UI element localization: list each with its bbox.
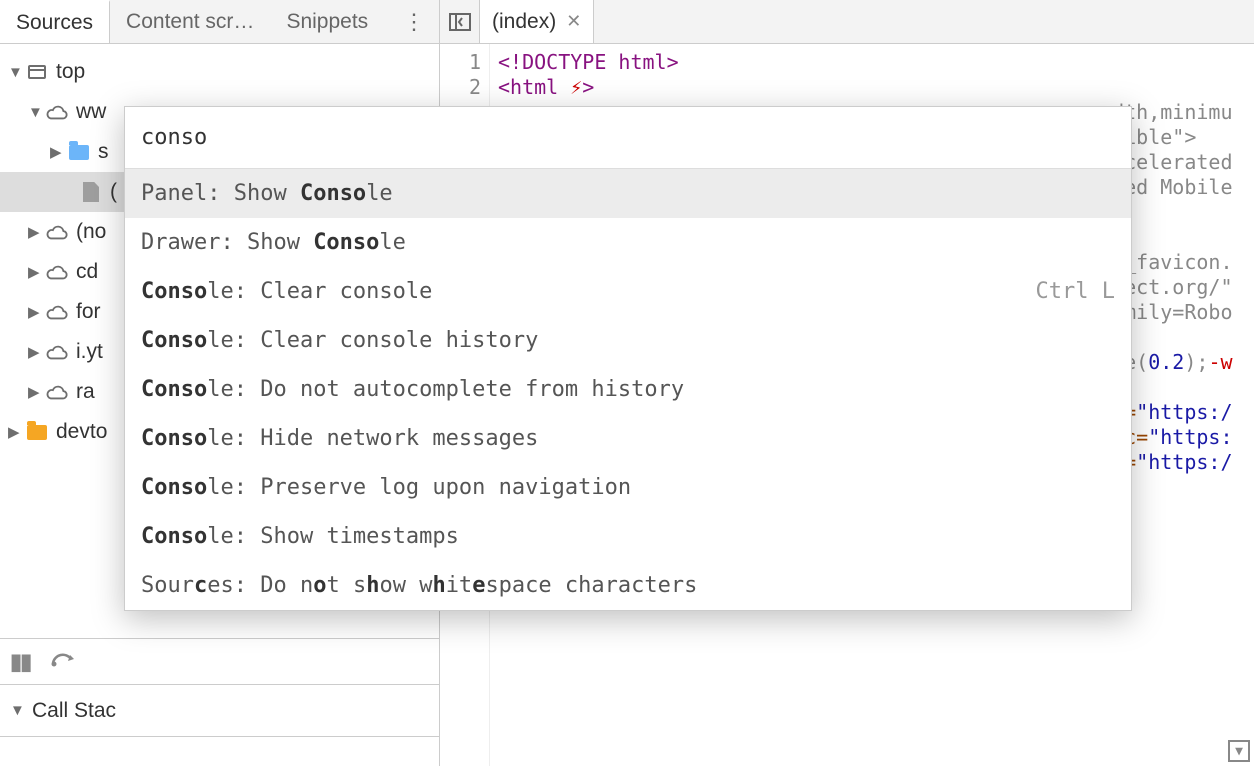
chevron-right-icon: ▶ xyxy=(28,263,42,281)
sidebar-bottom xyxy=(0,736,439,766)
command-palette-item[interactable]: Console: Clear console history xyxy=(125,316,1131,365)
tab-content-scripts[interactable]: Content scr… xyxy=(110,0,270,43)
cloud-icon xyxy=(46,381,68,403)
chevron-right-icon: ▶ xyxy=(8,423,22,441)
folder-icon xyxy=(26,421,48,443)
pause-icon[interactable]: ▮▮ xyxy=(10,649,30,675)
command-palette-list: Panel: Show ConsoleDrawer: Show ConsoleC… xyxy=(125,168,1131,610)
file-icon xyxy=(80,181,102,203)
file-tab-label: (index) xyxy=(492,10,556,34)
cloud-icon xyxy=(46,341,68,363)
chevron-right-icon: ▶ xyxy=(50,143,64,161)
tree-label: (no xyxy=(76,220,106,244)
cloud-icon xyxy=(46,101,68,123)
line-number: 1 xyxy=(440,50,481,75)
debugger-toolbar: ▮▮ xyxy=(0,638,439,684)
tree-label: s xyxy=(98,140,109,164)
command-palette-item[interactable]: Console: Show timestamps xyxy=(125,512,1131,561)
file-tabbar: (index) ✕ xyxy=(440,0,1254,44)
command-palette-item[interactable]: Console: Preserve log upon navigation xyxy=(125,463,1131,512)
chevron-right-icon: ▶ xyxy=(28,223,42,241)
command-palette-item[interactable]: Console: Do not autocomplete from histor… xyxy=(125,365,1131,414)
tree-label: ra xyxy=(76,380,95,404)
frame-icon xyxy=(26,61,48,83)
folder-icon xyxy=(68,141,90,163)
chevron-right-icon: ▶ xyxy=(28,383,42,401)
navigator-toggle-icon[interactable] xyxy=(440,0,480,43)
tree-top-frame[interactable]: ▼ top xyxy=(0,52,439,92)
chevron-right-icon: ▶ xyxy=(28,343,42,361)
command-palette-item[interactable]: Sources: Do not show whitespace characte… xyxy=(125,561,1131,610)
command-palette-item[interactable]: Drawer: Show Console xyxy=(125,218,1131,267)
tree-label: i.yt xyxy=(76,340,103,364)
command-palette-item[interactable]: Console: Clear consoleCtrl L xyxy=(125,267,1131,316)
cloud-icon xyxy=(46,261,68,283)
command-palette-item[interactable]: Console: Hide network messages xyxy=(125,414,1131,463)
close-icon[interactable]: ✕ xyxy=(566,11,581,32)
tree-label: top xyxy=(56,60,85,84)
call-stack-label: Call Stac xyxy=(32,699,116,723)
call-stack-pane[interactable]: ▼ Call Stac xyxy=(0,684,439,736)
chevron-down-icon: ▼ xyxy=(8,64,22,81)
tree-label: devto xyxy=(56,420,107,444)
tab-snippets[interactable]: Snippets xyxy=(270,0,384,43)
tree-label: ww xyxy=(76,100,106,124)
command-palette-input[interactable] xyxy=(125,107,1131,168)
step-over-icon[interactable] xyxy=(50,649,76,675)
command-palette: Panel: Show ConsoleDrawer: Show ConsoleC… xyxy=(124,106,1132,611)
sidebar-tabbar: Sources Content scr… Snippets ⋮ xyxy=(0,0,439,44)
chevron-right-icon: ▶ xyxy=(28,303,42,321)
tree-label: cd xyxy=(76,260,98,284)
keyboard-shortcut: Ctrl L xyxy=(1036,279,1115,304)
command-palette-item[interactable]: Panel: Show Console xyxy=(125,169,1131,218)
line-number: 2 xyxy=(440,75,481,100)
file-tab-index[interactable]: (index) ✕ xyxy=(480,0,594,43)
tab-sources[interactable]: Sources xyxy=(0,0,110,43)
cloud-icon xyxy=(46,301,68,323)
chevron-down-icon: ▼ xyxy=(10,702,24,719)
tree-label: for xyxy=(76,300,101,324)
chevron-down-icon: ▼ xyxy=(28,104,42,121)
scroll-indicator-icon[interactable]: ▼ xyxy=(1228,740,1250,762)
cloud-icon xyxy=(46,221,68,243)
tree-label: ( xyxy=(110,180,117,204)
tab-overflow-icon[interactable]: ⋮ xyxy=(389,9,439,35)
